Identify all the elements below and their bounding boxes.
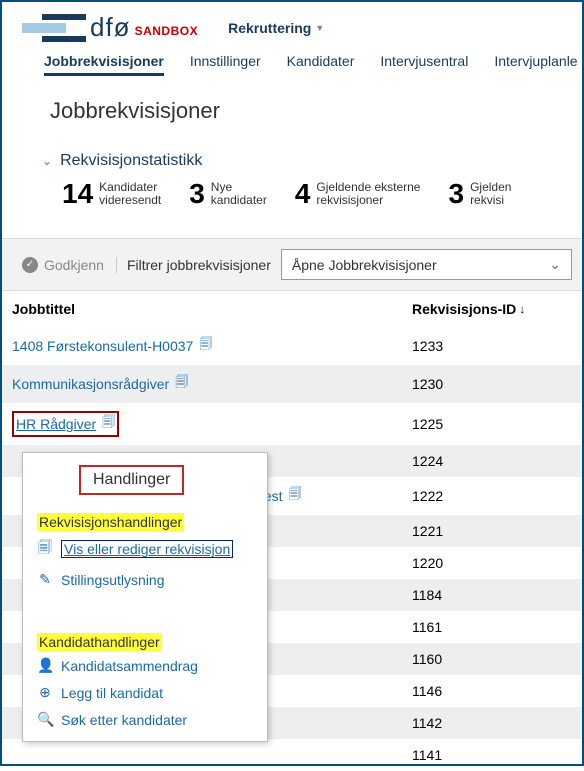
dropdown-value: Åpne Jobbrekvisisjoner — [292, 257, 437, 273]
action-label: Stillingsutlysning — [61, 572, 165, 588]
action-view-edit-requisition[interactable]: 🗐 Vis eller rediger rekvisisjon — [37, 532, 253, 566]
person-icon: 👤 — [37, 657, 53, 674]
posting-icon: ✎ — [37, 571, 53, 588]
stat-number: 14 — [62, 178, 93, 210]
plus-icon: ⊕ — [37, 684, 53, 701]
requisition-id-cell: 1233 — [412, 338, 572, 354]
requisition-id-cell: 1222 — [412, 488, 572, 504]
context-menu-icon[interactable]: 🗐 — [289, 485, 302, 507]
table-row: HR Rådgiver🗐1225 — [2, 403, 582, 445]
job-title-cell[interactable]: Kommunikasjonsrådgiver🗐 — [12, 373, 412, 395]
requisition-id-cell: 1141 — [412, 747, 572, 763]
table-row: Kommunikasjonsrådgiver🗐1230 — [2, 365, 582, 403]
requisition-id-cell: 1184 — [412, 587, 572, 603]
caret-down-icon: ▼ — [315, 23, 324, 33]
requisition-id-cell: 1224 — [412, 453, 572, 469]
nav-interview-plan[interactable]: Intervjuplanle — [494, 53, 577, 76]
requisition-id-cell: 1221 — [412, 523, 572, 539]
nav-settings[interactable]: Innstillinger — [190, 53, 261, 76]
stat-partial[interactable]: 3 Gjeldenrekvisi — [448, 178, 511, 210]
requisition-id-cell: 1230 — [412, 376, 572, 392]
filter-label: Filtrer jobbrekvisisjoner — [127, 257, 271, 273]
job-title-cell[interactable]: 1408 Førstekonsulent-H0037🗐 — [12, 335, 412, 357]
requisition-id-cell: 1225 — [412, 416, 572, 432]
stat-number: 3 — [189, 178, 205, 210]
chevron-down-icon: ⌄ — [549, 256, 561, 273]
column-header-title[interactable]: Jobbtittel — [12, 301, 412, 317]
chevron-down-icon: ⌄ — [42, 154, 52, 168]
popup-section-candidate: Kandidathandlinger — [37, 633, 162, 651]
action-label: Legg til kandidat — [61, 685, 163, 701]
column-header-id[interactable]: Rekvisisjons-ID ↓ — [412, 301, 572, 317]
context-menu-icon[interactable]: 🗐 — [199, 335, 212, 357]
approve-button[interactable]: ✓ Godkjenn — [22, 257, 117, 273]
action-search-candidates[interactable]: 🔍 Søk etter kandidater — [37, 706, 253, 733]
action-add-candidate[interactable]: ⊕ Legg til kandidat — [37, 679, 253, 706]
page-title: Jobbrekvisisjoner — [2, 82, 582, 144]
job-title-cell[interactable]: HR Rådgiver🗐 — [12, 411, 412, 437]
stat-forwarded[interactable]: 14 Kandidatervideresendt — [62, 178, 161, 210]
module-dropdown[interactable]: Rekruttering ▼ — [228, 20, 324, 36]
table-row: 1141 — [2, 739, 582, 771]
approve-label: Godkjenn — [44, 257, 104, 273]
stat-number: 3 — [448, 178, 464, 210]
action-label: Kandidatsammendrag — [61, 658, 198, 674]
module-label: Rekruttering — [228, 20, 311, 36]
nav-jobreq[interactable]: Jobbrekvisisjoner — [44, 53, 164, 76]
requisition-id-cell: 1146 — [412, 683, 572, 699]
stat-new-candidates[interactable]: 3 Nyekandidater — [189, 178, 267, 210]
stat-external-req[interactable]: 4 Gjeldende eksternerekvisisjoner — [295, 178, 421, 210]
document-icon: 🗐 — [37, 537, 53, 561]
logo-text: dfø — [90, 12, 131, 43]
action-label: Søk etter kandidater — [61, 712, 187, 728]
actions-popup: Handlinger Rekvisisjonshandlinger 🗐 Vis … — [22, 452, 268, 742]
context-menu-icon[interactable]: 🗐 — [175, 373, 188, 395]
filter-dropdown[interactable]: Åpne Jobbrekvisisjoner ⌄ — [281, 249, 572, 280]
check-icon: ✓ — [22, 257, 38, 273]
action-label: Vis eller rediger rekvisisjon — [61, 540, 233, 558]
action-job-posting[interactable]: ✎ Stillingsutlysning — [37, 566, 253, 593]
stats-toggle[interactable]: ⌄ Rekvisisjonstatistikk — [42, 152, 582, 170]
requisition-id-cell: 1142 — [412, 715, 572, 731]
requisition-id-cell: 1160 — [412, 651, 572, 667]
nav-candidates[interactable]: Kandidater — [287, 53, 355, 76]
stat-number: 4 — [295, 178, 311, 210]
context-menu-icon[interactable]: 🗐 — [102, 413, 115, 435]
requisition-id-cell: 1220 — [412, 555, 572, 571]
nav-interview-central[interactable]: Intervjusentral — [380, 53, 468, 76]
requisition-id-cell: 1161 — [412, 619, 572, 635]
stats-title: Rekvisisjonstatistikk — [60, 152, 202, 170]
popup-title: Handlinger — [79, 465, 184, 495]
logo: dfø SANDBOX — [42, 12, 198, 43]
table-row: 1408 Førstekonsulent-H0037🗐1233 — [2, 327, 582, 365]
popup-section-requisition: Rekvisisjonshandlinger — [37, 513, 184, 531]
search-icon: 🔍 — [37, 711, 53, 728]
sort-down-icon: ↓ — [519, 302, 525, 316]
main-nav: Jobbrekvisisjoner Innstillinger Kandidat… — [2, 43, 582, 82]
action-candidate-summary[interactable]: 👤 Kandidatsammendrag — [37, 652, 253, 679]
sandbox-badge: SANDBOX — [135, 24, 199, 38]
